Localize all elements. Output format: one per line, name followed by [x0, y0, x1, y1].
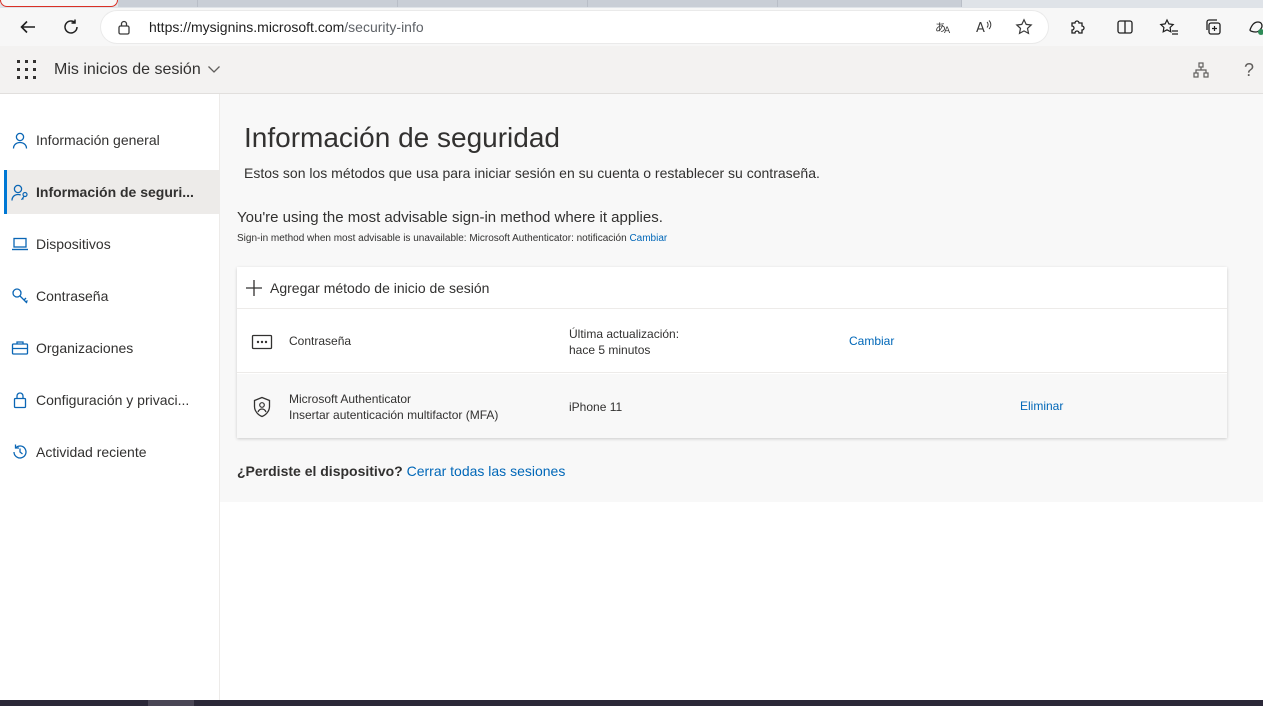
lock-icon	[11, 391, 29, 409]
sidebar-item-password[interactable]: Contraseña	[4, 274, 219, 318]
method-name: Contraseña	[289, 334, 352, 348]
address-bar[interactable]: https://mysignins.microsoft.com/security…	[101, 11, 1048, 43]
app-header: Mis inicios de sesión ?	[0, 46, 1263, 94]
taskbar-edge	[0, 700, 1263, 706]
sidebar-item-label: Organizaciones	[36, 340, 134, 356]
main-content: Información de seguridad Estos son los m…	[220, 94, 1263, 502]
sidebar-item-label: Dispositivos	[36, 236, 111, 252]
advisable-message: You're using the most advisable sign-in …	[237, 209, 663, 226]
split-screen-icon[interactable]	[1109, 11, 1141, 43]
method-detail: Última actualización: hace 5 minutos	[569, 326, 679, 358]
help-icon[interactable]: ?	[1237, 58, 1261, 82]
method-name-block: Microsoft Authenticator Insertar autenti…	[289, 391, 498, 423]
sidebar-item-overview[interactable]: Información general	[4, 118, 219, 162]
sidebar-item-label: Contraseña	[36, 288, 109, 304]
page-title: Información de seguridad	[244, 122, 560, 153]
sign-out-everywhere-link[interactable]: Cerrar todas las sesiones	[407, 463, 566, 479]
method-device: iPhone 11	[569, 400, 623, 414]
sidebar-item-label: Información de seguri...	[36, 184, 194, 200]
browser-tab[interactable]	[778, 0, 962, 7]
key-icon	[11, 287, 29, 305]
sidebar-item-recent-activity[interactable]: Actividad reciente	[4, 430, 219, 474]
plus-icon	[245, 279, 263, 297]
address-url[interactable]: https://mysignins.microsoft.com/security…	[149, 19, 424, 35]
remove-authenticator-link[interactable]: Eliminar	[1020, 399, 1063, 413]
app-title-menu[interactable]: Mis inicios de sesión	[54, 61, 221, 79]
org-chart-icon[interactable]	[1189, 58, 1213, 82]
history-icon	[11, 443, 29, 461]
read-aloud-icon[interactable]: A	[972, 15, 996, 39]
browser-tab-active[interactable]	[0, 0, 118, 7]
copilot-icon[interactable]	[1240, 11, 1263, 43]
sidebar-item-label: Actividad reciente	[36, 444, 147, 460]
last-updated-label: Última actualización:	[569, 327, 680, 341]
laptop-icon	[11, 235, 29, 253]
method-name: Microsoft Authenticator	[289, 392, 412, 406]
methods-card: Agregar método de inicio de sesión Contr…	[237, 267, 1227, 438]
person-icon	[11, 131, 29, 149]
sidebar-item-devices[interactable]: Dispositivos	[4, 222, 219, 266]
method-subtitle: Insertar autenticación multifactor (MFA)	[289, 408, 499, 422]
browser-tab-strip	[0, 0, 1263, 8]
sidebar-item-label: Información general	[36, 132, 160, 148]
lock-icon[interactable]	[117, 19, 131, 40]
left-navigation: Información general Información de segur…	[4, 94, 220, 700]
change-default-method-link[interactable]: Cambiar	[629, 233, 667, 244]
app-title: Mis inicios de sesión	[54, 61, 201, 78]
chevron-down-icon	[207, 61, 221, 79]
add-method-label: Agregar método de inicio de sesión	[270, 279, 490, 296]
browser-toolbar: https://mysignins.microsoft.com/security…	[0, 8, 1263, 46]
method-row-authenticator: Microsoft Authenticator Insertar autenti…	[237, 374, 1227, 438]
sidebar-item-label: Configuración y privaci...	[36, 392, 190, 408]
collections-icon[interactable]	[1197, 11, 1229, 43]
browser-tab[interactable]	[398, 0, 588, 7]
password-dots-icon	[251, 331, 273, 353]
translate-icon[interactable]: あA	[932, 15, 956, 39]
browser-tab[interactable]	[118, 0, 198, 7]
page-description: Estos son los métodos que usa para inici…	[244, 165, 820, 181]
briefcase-icon	[11, 339, 29, 357]
person-key-icon	[11, 183, 29, 201]
sidebar-item-security-info[interactable]: Información de seguri...	[4, 170, 219, 214]
sidebar-item-organizations[interactable]: Organizaciones	[4, 326, 219, 370]
lost-device-section: ¿Perdiste el dispositivo? Cerrar todas l…	[237, 463, 565, 479]
svg-text:A: A	[944, 26, 951, 35]
default-method-note: Sign-in method when most advisable is un…	[237, 233, 667, 244]
change-password-link[interactable]: Cambiar	[849, 334, 894, 348]
extensions-icon[interactable]	[1061, 11, 1093, 43]
svg-text:A: A	[976, 21, 985, 35]
help-glyph: ?	[1243, 59, 1254, 80]
add-method-button[interactable]: Agregar método de inicio de sesión	[237, 267, 1227, 309]
browser-tab[interactable]	[198, 0, 398, 7]
refresh-icon[interactable]	[55, 11, 87, 43]
method-row-password: Contraseña Última actualización: hace 5 …	[237, 309, 1227, 373]
favorite-star-icon[interactable]	[1012, 15, 1036, 39]
sidebar-item-settings-privacy[interactable]: Configuración y privaci...	[4, 378, 219, 422]
default-method-text: Sign-in method when most advisable is un…	[237, 233, 627, 244]
url-host: https://mysignins.microsoft.com	[149, 19, 345, 35]
favorites-icon[interactable]	[1153, 11, 1185, 43]
last-updated-value: hace 5 minutos	[569, 343, 651, 357]
url-path: /security-info	[344, 19, 424, 35]
waffle-icon[interactable]	[14, 58, 40, 82]
back-icon[interactable]	[12, 11, 44, 43]
authenticator-icon	[251, 396, 273, 418]
browser-tab[interactable]	[588, 0, 778, 7]
lost-device-question: ¿Perdiste el dispositivo?	[237, 463, 403, 479]
